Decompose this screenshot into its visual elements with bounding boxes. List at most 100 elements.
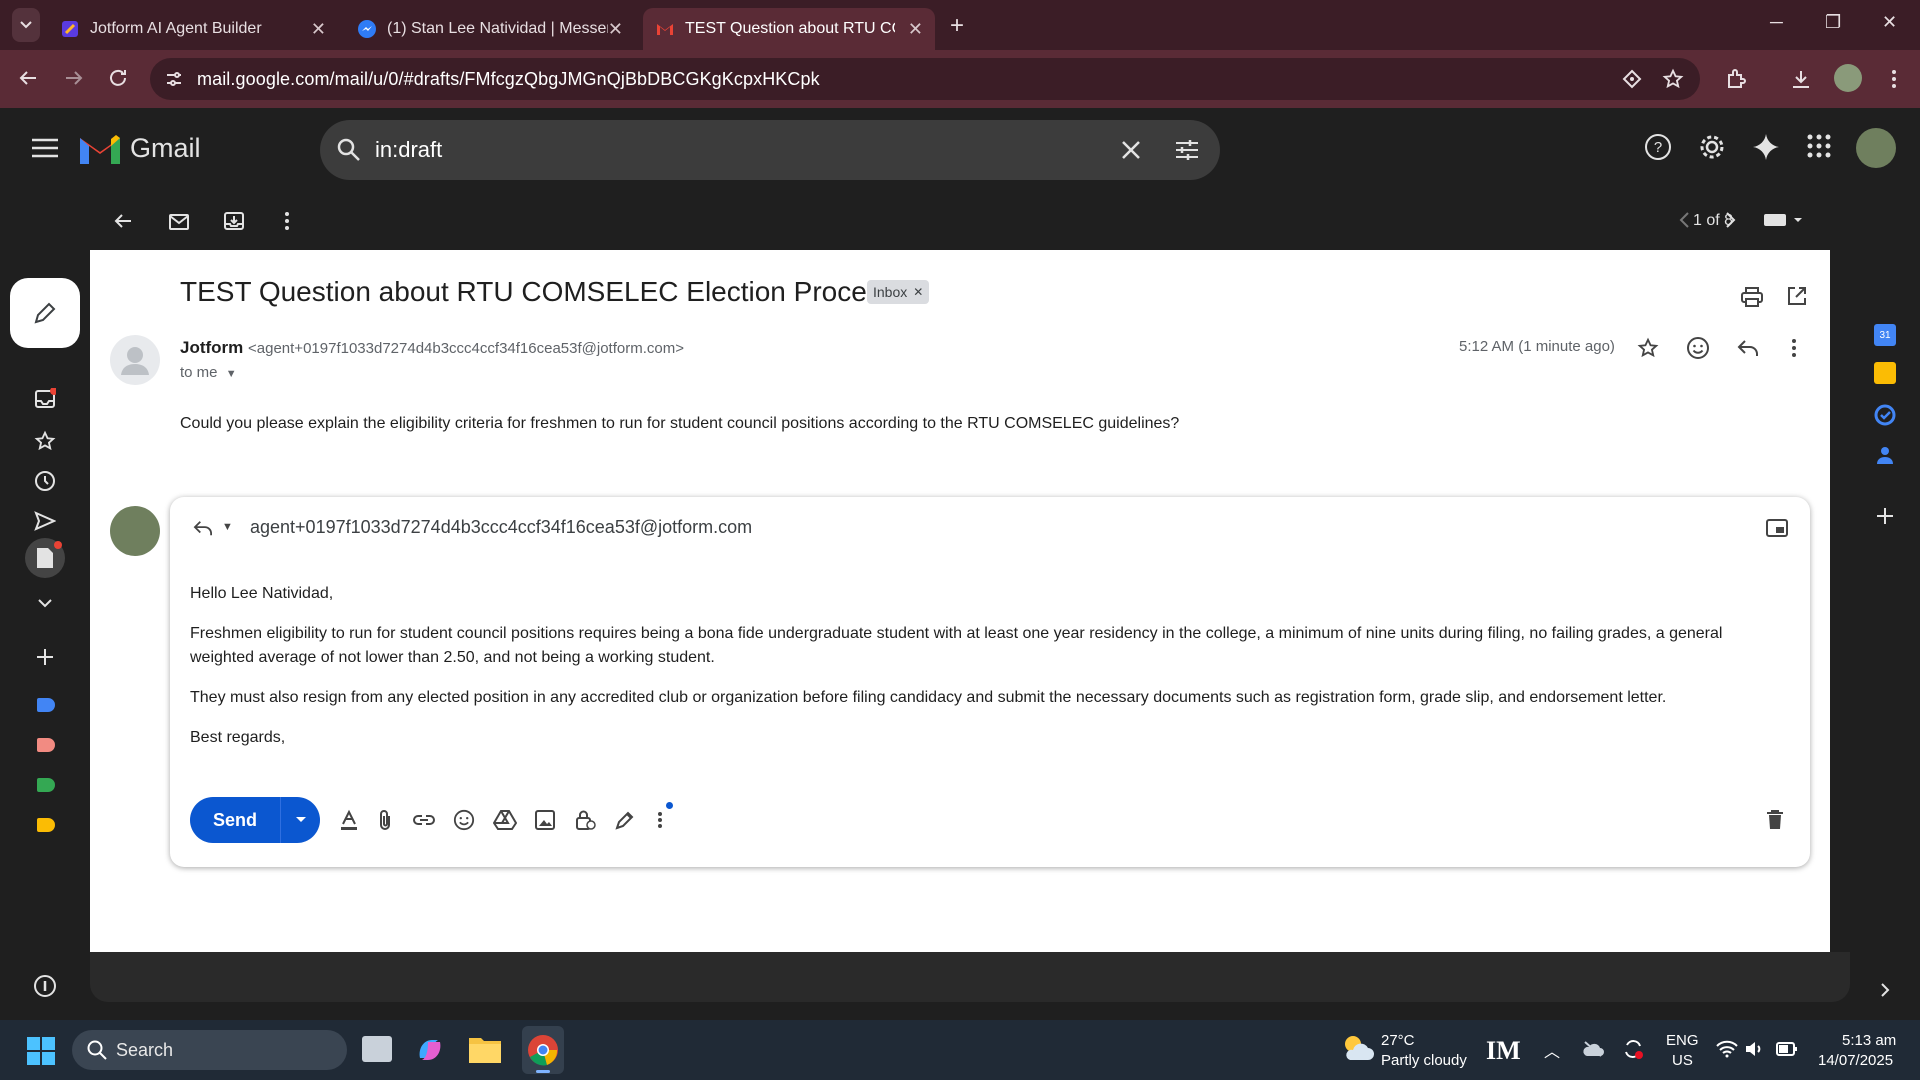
file-explorer-icon[interactable] [468, 1034, 502, 1064]
back-to-list-icon[interactable] [112, 210, 134, 232]
help-icon[interactable]: ? [1644, 133, 1672, 161]
main-menu-icon[interactable] [32, 138, 58, 158]
label-tag-yellow[interactable] [37, 818, 55, 832]
google-drive-icon[interactable] [493, 809, 517, 831]
expand-panel-chevron-icon[interactable] [1877, 982, 1893, 998]
message-more-vert-icon[interactable] [1790, 338, 1798, 358]
clear-search-icon[interactable] [1120, 139, 1142, 161]
copilot-icon[interactable] [414, 1034, 446, 1066]
label-tag-pink[interactable] [37, 738, 55, 752]
move-to-icon[interactable] [223, 210, 245, 232]
tab-jotform[interactable]: Jotform AI Agent Builder ✕ [48, 8, 338, 50]
gmail-logo[interactable]: Gmail [80, 133, 201, 164]
more-vert-icon[interactable] [1882, 67, 1906, 91]
download-icon[interactable] [1789, 67, 1813, 91]
compose-button[interactable] [10, 278, 80, 348]
search-bar[interactable]: in:draft [320, 120, 1220, 180]
omnibox[interactable]: mail.google.com/mail/u/0/#drafts/FMfcgzQ… [150, 58, 1700, 100]
mark-unread-icon[interactable] [168, 210, 190, 232]
back-arrow-icon[interactable] [16, 66, 40, 90]
send-button[interactable]: Send [190, 810, 280, 831]
tab-messenger[interactable]: (1) Stan Lee Natividad | Messenger ✕ [345, 8, 635, 50]
schedule-send-dropdown[interactable] [280, 797, 320, 843]
inbox-label-chip[interactable]: Inbox ✕ [867, 280, 930, 304]
more-chevron-icon[interactable] [34, 592, 56, 614]
profile-avatar[interactable] [1834, 64, 1862, 92]
account-avatar[interactable] [1856, 128, 1896, 168]
remove-label-icon[interactable]: ✕ [913, 285, 923, 299]
confidential-mode-icon[interactable] [574, 809, 596, 831]
task-view-icon[interactable] [362, 1036, 392, 1062]
more-vert-icon[interactable] [276, 210, 298, 232]
insert-link-icon[interactable] [412, 809, 436, 831]
reload-icon[interactable] [106, 66, 130, 90]
recipient-details[interactable]: to me ▼ [180, 364, 237, 381]
print-icon[interactable] [1740, 286, 1764, 308]
reply-body-editor[interactable]: Hello Lee Natividad, Freshmen eligibilit… [190, 582, 1790, 760]
more-options-icon[interactable] [656, 809, 664, 831]
signature-pen-icon[interactable] [614, 809, 636, 831]
input-tools-keyboard-icon[interactable] [1762, 210, 1806, 230]
clock-date[interactable]: 14/07/2025 [1818, 1052, 1893, 1069]
tab-gmail-active[interactable]: TEST Question about RTU COMSELEC ✕ [643, 8, 935, 50]
tasks-icon[interactable] [1874, 404, 1896, 426]
add-addon-plus-icon[interactable] [1875, 506, 1895, 526]
drafts-nav-item[interactable] [25, 538, 65, 578]
bookmark-star-icon[interactable] [1662, 68, 1684, 90]
insert-emoji-icon[interactable] [453, 809, 475, 831]
close-icon[interactable]: ✕ [311, 19, 326, 40]
new-tab-button[interactable]: + [950, 12, 964, 40]
forward-arrow-icon[interactable] [62, 66, 86, 90]
insert-photo-icon[interactable] [534, 809, 556, 831]
site-info-icon[interactable] [164, 69, 184, 89]
gemini-sparkle-icon[interactable] [1752, 133, 1780, 161]
label-tag-green[interactable] [37, 778, 55, 792]
starred-icon[interactable] [34, 430, 56, 452]
tray-app-m-icon[interactable]: IM [1486, 1036, 1526, 1065]
show-hidden-icons-chevron-icon[interactable]: ︿ [1544, 1038, 1560, 1062]
close-icon[interactable]: ✕ [608, 19, 623, 40]
sync-icon[interactable] [1622, 1038, 1644, 1060]
reply-type-caret-icon[interactable]: ▼ [222, 521, 233, 533]
partly-cloudy-weather-icon[interactable] [1340, 1032, 1374, 1064]
extensions-icon[interactable] [1724, 67, 1748, 91]
input-region[interactable]: US [1672, 1052, 1693, 1069]
emoji-react-icon[interactable] [1686, 336, 1710, 360]
translate-icon[interactable] [1622, 69, 1642, 89]
star-icon[interactable] [1637, 337, 1659, 359]
search-icon[interactable] [336, 137, 362, 163]
volume-icon[interactable] [1744, 1040, 1764, 1058]
apps-grid-icon[interactable] [1806, 133, 1832, 159]
clock-time[interactable]: 5:13 am [1842, 1032, 1896, 1049]
close-window-button[interactable]: ✕ [1882, 12, 1897, 33]
calendar-icon[interactable]: 31 [1874, 324, 1896, 346]
discard-draft-trash-icon[interactable] [1766, 809, 1784, 831]
tab-search-button[interactable] [12, 8, 40, 42]
chrome-taskbar-button[interactable] [522, 1026, 564, 1074]
info-circle-icon[interactable] [33, 974, 57, 998]
wifi-icon[interactable] [1716, 1040, 1738, 1058]
open-new-window-icon[interactable] [1786, 285, 1808, 307]
newer-chevron-icon[interactable] [1675, 210, 1695, 230]
search-options-icon[interactable] [1174, 138, 1200, 162]
reply-arrow-icon[interactable] [1736, 338, 1760, 358]
restore-button[interactable]: ❐ [1825, 12, 1841, 33]
taskbar-search[interactable]: Search [72, 1030, 347, 1070]
reply-to-address[interactable]: agent+0197f1033d7274d4b3ccc4ccf34f16cea5… [250, 517, 752, 538]
windows-start-icon[interactable] [26, 1036, 56, 1066]
settings-gear-icon[interactable] [1698, 133, 1726, 161]
contacts-icon[interactable] [1874, 444, 1896, 466]
keep-icon[interactable] [1874, 362, 1896, 384]
close-icon[interactable]: ✕ [908, 19, 923, 40]
formatting-options-icon[interactable] [338, 809, 360, 831]
battery-icon[interactable] [1776, 1041, 1798, 1057]
sent-icon[interactable] [34, 510, 56, 532]
snoozed-clock-icon[interactable] [34, 470, 56, 492]
search-input[interactable]: in:draft [375, 137, 442, 163]
url-text[interactable]: mail.google.com/mail/u/0/#drafts/FMfcgzQ… [197, 69, 820, 90]
older-chevron-icon[interactable] [1720, 210, 1740, 230]
minimize-button[interactable]: ─ [1770, 12, 1783, 33]
create-label-plus-icon[interactable] [34, 646, 56, 668]
label-tag-blue[interactable] [37, 698, 55, 712]
attach-paperclip-icon[interactable] [376, 809, 394, 831]
